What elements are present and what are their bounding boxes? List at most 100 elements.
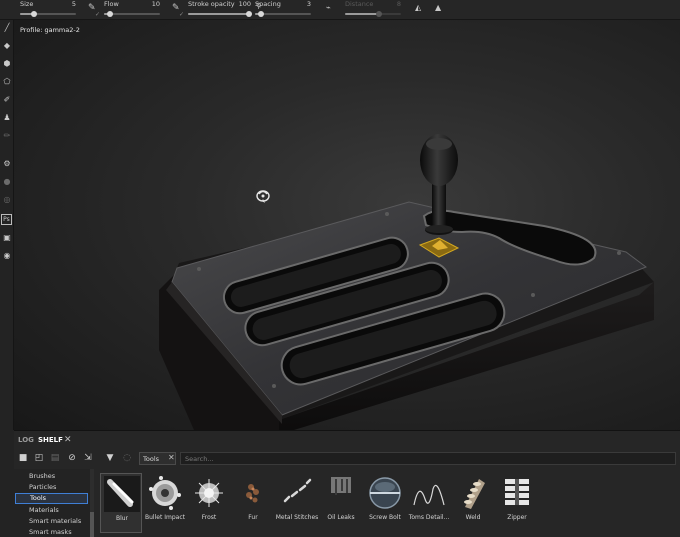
categories-scrollbar[interactable] [90, 469, 94, 537]
mountain-icon[interactable]: ▲ [435, 3, 441, 12]
flow-slider[interactable]: Flow 10 [104, 0, 162, 20]
eraser-icon[interactable]: ◆ [1, 40, 13, 52]
close-icon[interactable]: ✕ [64, 435, 72, 445]
shelf-items: Blur Bullet Impact Frost Fur Metal Stitc… [100, 469, 680, 537]
tools-sidebar: ╱ ◆ ⬢ ⬠ ✐ ♟ ✏ ⚙ ● ◎ Ps ▣ ◉ [0, 20, 14, 430]
profile-label: Profile: gamma2-2 [20, 26, 80, 34]
shelf-item-toms-detail[interactable]: Toms Detail... [408, 473, 450, 533]
frost-icon [195, 479, 223, 507]
filter-chip-label: Tools [143, 455, 160, 463]
size-slider[interactable]: Size 5 [20, 0, 78, 20]
search-input[interactable]: Search... [180, 452, 676, 465]
import-icon[interactable]: ⇲ [82, 452, 94, 464]
distance-label: Distance [345, 0, 374, 8]
fur-icon [246, 484, 259, 503]
distance-track[interactable] [345, 11, 401, 17]
metal-stitches-icon [283, 478, 312, 503]
distance-fill [345, 13, 379, 15]
remove-filter-icon[interactable]: ✕ [168, 453, 175, 462]
shelf-item-weld[interactable]: Weld [452, 473, 494, 533]
size-label: Size [20, 0, 34, 8]
tab-log[interactable]: LOG [18, 436, 34, 444]
spacing-track[interactable] [255, 11, 311, 17]
photoshop-icon[interactable]: Ps [1, 214, 12, 225]
bullet-impact-icon [149, 476, 181, 510]
dock-tabs: LOG SHELF ✕ [14, 431, 680, 449]
stroke-opacity-slider[interactable]: Stroke opacity 100 [188, 0, 252, 20]
size-handle[interactable] [31, 11, 37, 17]
paint-brush-icon[interactable]: ╱ [1, 22, 13, 34]
flow-value: 10 [151, 0, 160, 8]
3d-viewport[interactable]: Profile: gamma2-2 [14, 20, 680, 430]
settings-icon[interactable]: ◉ [1, 250, 13, 262]
category-smart-masks[interactable]: Smart masks [14, 527, 88, 537]
refresh-icon[interactable]: ◌ [121, 452, 133, 464]
symmetry-icon[interactable]: ◭ [415, 3, 421, 12]
hide-icon[interactable]: ⊘ [66, 452, 78, 464]
stroke-opacity-handle[interactable] [246, 11, 252, 17]
distance-slider[interactable]: Distance 8 [345, 0, 403, 20]
flow-track[interactable] [104, 11, 160, 17]
stroke-opacity-track[interactable] [188, 11, 252, 17]
distance-handle[interactable] [375, 11, 382, 17]
smudge-icon[interactable]: ✐ [1, 94, 13, 106]
blur-icon [104, 476, 140, 512]
category-materials[interactable]: Materials [14, 505, 88, 516]
color-picker-icon[interactable]: ✏ [1, 130, 13, 142]
shelf-item-fur[interactable]: Fur [232, 473, 274, 533]
camera-icon[interactable]: ● [1, 176, 13, 188]
shelf-categories: Brushes Particles Tools Materials Smart … [14, 469, 94, 537]
stroke-opacity-fill [188, 13, 249, 15]
flow-pressure-check-icon[interactable]: ✓ [179, 11, 184, 18]
polygon-fill-icon[interactable]: ⬠ [1, 76, 13, 88]
gear-icon[interactable]: ⚙ [1, 158, 13, 170]
shelf-item-blur[interactable]: Blur [100, 473, 142, 533]
size-track[interactable] [20, 11, 76, 17]
dock-left-strip [0, 430, 14, 537]
camera-orbit-cursor-icon [256, 190, 270, 203]
category-particles[interactable]: Particles [14, 482, 88, 493]
export-icon[interactable]: ▣ [1, 232, 13, 244]
3d-model-render [159, 134, 654, 430]
shelf-item-screw-bolt[interactable]: Screw Bolt [364, 473, 406, 533]
screw-bolt-icon [369, 477, 401, 509]
shelf-item-bullet-impact[interactable]: Bullet Impact [144, 473, 186, 533]
folder-icon[interactable]: ■ [17, 452, 29, 464]
spacing-handle[interactable] [257, 11, 264, 17]
size-pressure-check-icon[interactable]: ✓ [95, 11, 100, 18]
search-placeholder: Search... [185, 455, 214, 463]
shelf-item-metal-stitches[interactable]: Metal Stitches [276, 473, 318, 533]
category-smart-materials[interactable]: Smart materials [14, 516, 88, 527]
lights-icon[interactable]: ◎ [1, 194, 13, 206]
lazy-mouse-icon[interactable]: ⌁ [326, 3, 331, 12]
clone-stamp-icon[interactable]: ♟ [1, 112, 13, 124]
flow-label: Flow [104, 0, 119, 8]
shelf-toolbar: ■ ◰ ▤ ⊘ ⇲ ▼ ◌ Tools ✕ Search... [14, 450, 680, 468]
flow-handle[interactable] [106, 11, 113, 17]
item-label: Zipper [507, 514, 527, 521]
spacing-value: 3 [306, 0, 311, 8]
shelf-item-frost[interactable]: Frost [188, 473, 230, 533]
tool-properties-toolbar: Size 5 ✎ ✓ Flow 10 ✎ ✓ Stroke opacity 10… [0, 0, 680, 20]
oil-leaks-icon [331, 477, 351, 495]
shelf-item-zipper[interactable]: Zipper [496, 473, 538, 533]
filter-icon[interactable]: ▼ [104, 452, 116, 464]
projection-icon[interactable]: ⬢ [1, 58, 13, 70]
toms-detail-icon [413, 484, 445, 506]
size-value: 5 [71, 0, 76, 8]
distance-value: 8 [396, 0, 401, 8]
category-tools[interactable]: Tools [15, 493, 88, 504]
spacing-slider[interactable]: Spacing 3 [255, 0, 313, 20]
new-window-icon[interactable]: ◰ [33, 452, 45, 464]
stroke-opacity-value: 100 [238, 0, 251, 8]
tab-shelf[interactable]: SHELF [38, 436, 63, 444]
shelf-item-oil-leaks[interactable]: Oil Leaks [320, 473, 362, 533]
spacing-label: Spacing [255, 0, 281, 8]
tools-filter-chip[interactable]: Tools ✕ [139, 452, 176, 465]
category-brushes[interactable]: Brushes [14, 471, 88, 482]
scrollbar-thumb[interactable] [90, 512, 94, 537]
shelf-panel: LOG SHELF ✕ ■ ◰ ▤ ⊘ ⇲ ▼ ◌ Tools ✕ Search… [14, 430, 680, 537]
zipper-icon [505, 479, 529, 505]
weld-icon [464, 479, 485, 509]
save-icon[interactable]: ▤ [49, 452, 61, 464]
